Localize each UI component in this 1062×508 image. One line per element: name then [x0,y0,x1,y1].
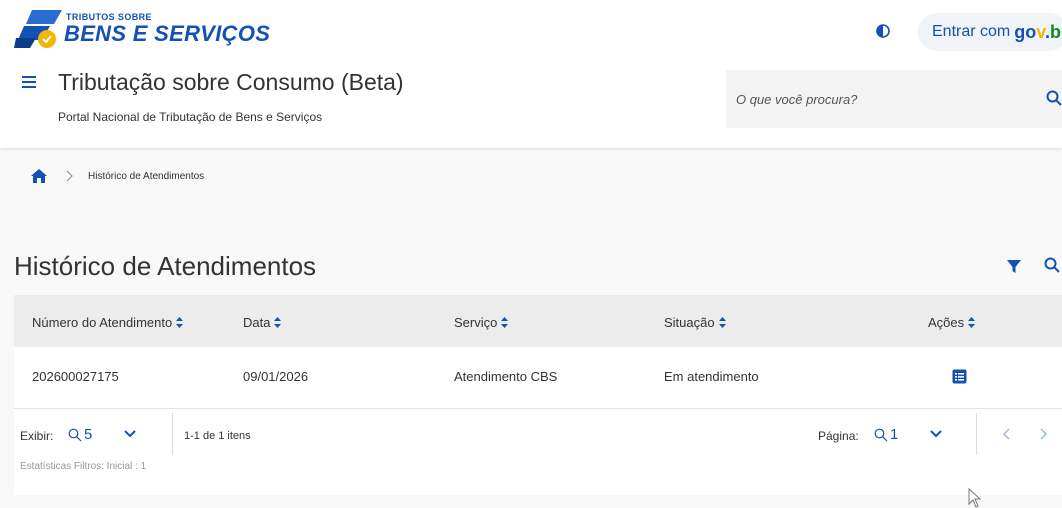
logo-mark-icon [14,10,62,48]
table-header: Número do Atendimento Data Serviço Situa… [14,295,1062,347]
page-size-label: Exibir: [20,429,54,443]
search-icon [68,428,82,441]
page-number-value: 1 [890,426,899,443]
login-prefix: Entrar com [932,23,1011,40]
chevron-down-icon[interactable] [930,429,942,439]
login-govbr-button[interactable]: Entrar com gov.br [918,13,1062,51]
breadcrumb-current: Histórico de Atendimentos [88,170,205,182]
logo-big-text: BENS E SERVIÇOS [64,21,271,46]
mouse-cursor-icon [968,488,982,508]
pagination-bar: Exibir: 5 1-1 de 1 itens Página: 1 Estat… [14,409,1062,495]
breadcrumb: Histórico de Atendimentos [30,166,204,186]
cell-servico: Atendimento CBS [454,369,558,384]
history-table: Número do Atendimento Data Serviço Situa… [14,295,1062,409]
home-icon[interactable] [30,168,48,184]
sort-icon [274,317,282,328]
cell-situacao: Em atendimento [664,369,759,384]
next-page-icon[interactable] [1038,427,1048,441]
govbr-brand: gov.br [1014,21,1062,42]
sort-icon [501,317,509,328]
search-input[interactable] [736,88,1016,110]
table-row: 202600027175 09/01/2026 Atendimento CBS … [14,347,1062,409]
filter-stats-text: Estatísticas Filtros: Inicial : 1 [20,461,147,472]
site-title: Tributação sobre Consumo (Beta) [58,69,404,95]
cell-numero: 202600027175 [32,369,119,384]
column-header-acoes[interactable]: Ações [928,315,976,330]
filter-icon[interactable] [1006,258,1022,274]
items-count-text: 1-1 de 1 itens [184,430,251,442]
sort-icon [176,317,184,328]
page-size-value: 5 [84,426,93,443]
site-header: TRIBUTOS SOBRE BENS E SERVIÇOS Entrar co… [0,0,1062,148]
chevron-down-icon[interactable] [124,429,136,439]
site-logo[interactable]: TRIBUTOS SOBRE BENS E SERVIÇOS [14,6,270,50]
search-box [726,70,1062,128]
sort-icon [968,317,976,328]
hamburger-menu-icon[interactable] [22,76,36,90]
divider [976,413,977,455]
page-number-select[interactable]: 1 [874,426,898,443]
table-search-icon[interactable] [1044,257,1060,273]
page-title: Histórico de Atendimentos [14,251,317,281]
page-size-select[interactable]: 5 [68,426,92,443]
column-header-data[interactable]: Data [243,315,282,330]
column-header-situacao[interactable]: Situação [664,315,726,330]
cell-data: 09/01/2026 [243,369,309,384]
column-header-numero[interactable]: Número do Atendimento [32,315,184,330]
page-label: Página: [818,429,859,443]
sort-icon [718,317,726,328]
chevron-right-icon [66,170,73,182]
contrast-icon[interactable] [876,24,890,38]
search-icon [874,428,888,441]
details-list-icon[interactable] [952,369,967,384]
divider [172,413,173,455]
search-icon[interactable] [1046,90,1062,106]
site-subtitle: Portal Nacional de Tributação de Bens e … [58,110,323,124]
previous-page-icon[interactable] [1002,427,1012,441]
column-header-servico[interactable]: Serviço [454,315,509,330]
